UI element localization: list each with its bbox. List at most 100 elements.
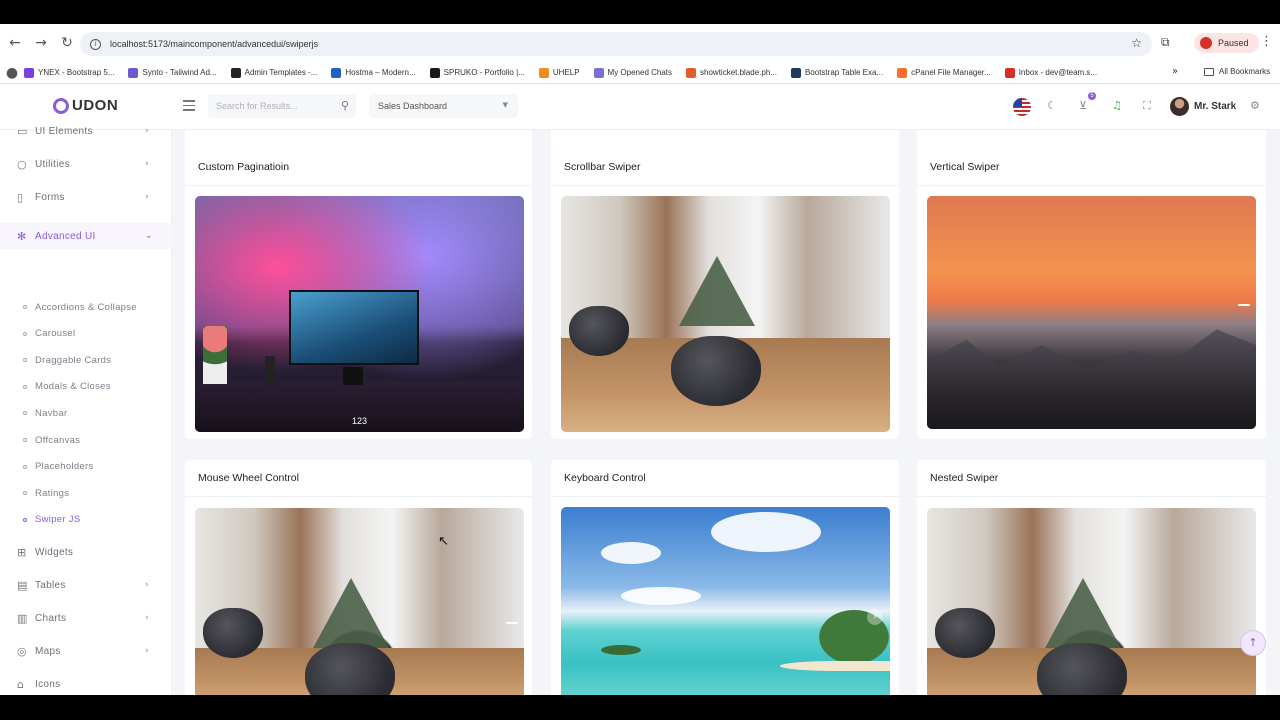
bookmark-item[interactable]: showticket.blade.ph... <box>686 67 777 78</box>
bookmark-item[interactable]: Synto - Tailwind Ad... <box>128 67 217 78</box>
bookmark-item[interactable]: SPRUKO - Portfolio |... <box>429 67 525 78</box>
bookmark-item[interactable]: Admin Templates -... <box>230 67 318 78</box>
sidebar-subitem-label: Navbar <box>35 407 68 419</box>
more-bookmarks-icon[interactable]: » <box>1172 66 1178 77</box>
sidebar-subitem[interactable]: Ratings <box>0 482 172 504</box>
url-bar[interactable]: i localhost:5173/maincomponent/advancedu… <box>80 32 1152 56</box>
cart-icon[interactable]: ⊻ <box>1079 99 1087 112</box>
scroll-to-top-button[interactable]: ↑ <box>1240 630 1266 656</box>
sidebar-subitem[interactable]: Carousel <box>0 323 172 345</box>
swiper-slide-plant[interactable] <box>927 508 1256 695</box>
chevron-right-icon: › <box>145 192 149 202</box>
bullet-icon <box>23 517 27 522</box>
swiper-slide-sunset[interactable] <box>927 196 1256 429</box>
bookmark-label: Bootstrap Table Exa... <box>804 68 884 77</box>
sidebar-item-label: Utilities <box>35 158 70 170</box>
bookmark-label: My Opened Chats <box>607 68 673 77</box>
gear-icon[interactable]: ⚙ <box>1250 99 1260 112</box>
swiper-slide-beach[interactable]: › <box>561 507 890 695</box>
bullet-icon <box>23 491 27 496</box>
bookmark-favicon-icon <box>128 67 139 78</box>
card-title: Vertical Swiper <box>930 161 1000 173</box>
bullet-icon <box>23 464 27 469</box>
sidebar-item[interactable]: ○ Utilities › <box>0 151 172 177</box>
site-info-icon[interactable]: i <box>90 38 101 50</box>
bullet-icon <box>23 358 27 363</box>
sidebar-subitem-label: Ratings <box>35 487 70 499</box>
all-bookmarks-label: All Bookmarks <box>1219 67 1271 76</box>
sidebar-subitem[interactable]: Placeholders <box>0 456 172 478</box>
browser-window: ← → ↻ i localhost:5173/maincomponent/adv… <box>0 24 1280 695</box>
bell-icon[interactable]: ♫ <box>1112 99 1122 112</box>
logo[interactable]: UDON <box>53 97 118 114</box>
bookmark-item[interactable]: cPanel File Manager... <box>897 67 991 78</box>
reload-icon[interactable]: ↻ <box>54 35 80 51</box>
forward-icon[interactable]: → <box>28 35 54 51</box>
dashboard-select[interactable]: Sales Dashboard ▼ <box>369 94 518 118</box>
sidebar-subitem-label: Draggable Cards <box>35 354 112 366</box>
swiper-slide-plant[interactable] <box>195 508 524 695</box>
phone-image <box>265 356 275 386</box>
sidebar-subitem[interactable]: Offcanvas <box>0 429 172 451</box>
us-flag-icon[interactable] <box>1013 98 1031 116</box>
sidebar-item[interactable]: ◎ Maps › <box>0 638 172 664</box>
sidebar-item[interactable]: ▭ UI Elements › <box>0 118 172 144</box>
bookmark-item[interactable]: YNEX - Bootstrap 5... <box>24 67 114 78</box>
chevron-right-icon: › <box>145 126 149 136</box>
snowflake-icon: ✻ <box>17 229 27 243</box>
sidebar-item[interactable]: ▤ Tables › <box>0 572 172 598</box>
bookmark-label: Synto - Tailwind Ad... <box>142 68 217 77</box>
star-icon[interactable]: ☆ <box>1131 36 1142 50</box>
next-slide-button[interactable]: › <box>867 609 883 625</box>
pagination-number[interactable]: 123 <box>195 416 524 426</box>
bookmark-label: Admin Templates -... <box>244 68 318 77</box>
chevron-right-icon: › <box>145 580 149 590</box>
extensions-icon[interactable]: ⧉ <box>1161 35 1170 50</box>
sidebar-subitem[interactable]: Accordions & Collapse <box>0 296 172 318</box>
sidebar-subitem[interactable]: Draggable Cards <box>0 349 172 371</box>
user-name[interactable]: Mr. Stark <box>1194 101 1236 112</box>
all-bookmarks-button[interactable]: All Bookmarks <box>1204 67 1270 76</box>
logo-text: UDON <box>72 97 119 114</box>
sidebar-subitem[interactable]: Modals & Closes <box>0 376 172 398</box>
sidebar-item[interactable]: ▥ Charts › <box>0 605 172 631</box>
swiper-slide-desk[interactable]: 123 <box>195 196 524 432</box>
avatar[interactable] <box>1170 97 1189 116</box>
folder-icon <box>1204 67 1214 76</box>
sidebar-item-label: UI Elements <box>35 125 93 137</box>
card-title: Mouse Wheel Control <box>198 472 299 484</box>
mouse-cursor-icon: ↖ <box>438 534 449 549</box>
sidebar-item[interactable]: ⊞ Widgets <box>0 539 172 565</box>
menu-toggle-icon[interactable] <box>183 100 195 114</box>
moon-icon[interactable]: ☾ <box>1047 99 1057 112</box>
paused-label: Paused <box>1218 38 1249 48</box>
sidebar-item[interactable]: ✻ Advanced UI ⌄ <box>0 223 172 249</box>
sidebar-subitem-label: Modals & Closes <box>35 381 111 393</box>
github-icon[interactable]: ● <box>0 65 24 81</box>
sidebar-item[interactable]: ▯ Forms › <box>0 184 172 210</box>
card-title: Scrollbar Swiper <box>564 161 641 173</box>
vertical-pagination-indicator[interactable] <box>1238 304 1250 306</box>
bookmark-favicon-icon <box>24 67 34 78</box>
sidebar-subitem[interactable]: Swiper JS <box>0 509 172 531</box>
browser-menu-icon[interactable]: ⋮ <box>1260 34 1273 49</box>
back-icon[interactable]: ← <box>2 35 28 51</box>
bookmark-item[interactable]: Bootstrap Table Exa... <box>790 67 884 78</box>
swiper-slide-plant[interactable] <box>561 196 890 432</box>
bookmark-favicon-icon <box>593 67 604 78</box>
search-input[interactable]: Search for Results... ⚲ <box>208 94 356 118</box>
bookmark-item[interactable]: UHELP <box>538 67 580 78</box>
sidebar-item-label: Charts <box>35 612 67 624</box>
fullscreen-icon[interactable]: ⛶ <box>1143 99 1151 113</box>
sidebar-subitem-label: Swiper JS <box>35 514 81 526</box>
bookmark-item[interactable]: Inbox - dev@team.s... <box>1004 67 1097 78</box>
profile-paused-button[interactable]: Paused <box>1194 33 1259 53</box>
sidebar-item[interactable]: ⌂ Icons <box>0 671 172 695</box>
sidebar-subitem[interactable]: Navbar <box>0 402 172 424</box>
bookmark-favicon-icon <box>331 67 342 78</box>
bullet-icon <box>23 331 27 336</box>
bookmark-item[interactable]: My Opened Chats <box>593 67 673 78</box>
bookmark-item[interactable]: Hostma – Modern... <box>331 67 416 78</box>
scrollbar-indicator[interactable] <box>506 622 518 624</box>
search-icon[interactable]: ⚲ <box>341 99 349 112</box>
